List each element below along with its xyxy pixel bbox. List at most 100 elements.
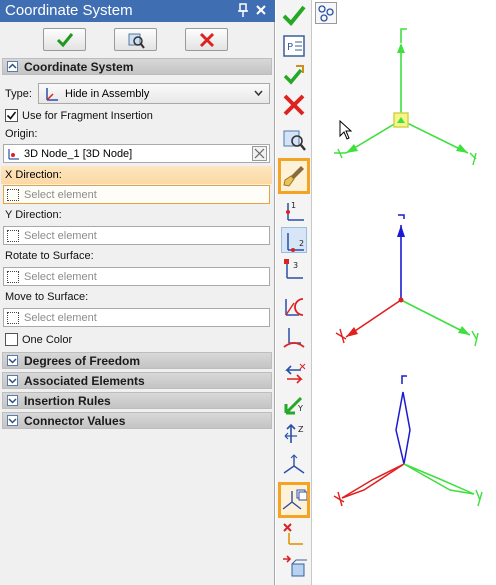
chevron-down-icon bbox=[254, 90, 263, 97]
chevron-down-icon bbox=[7, 355, 18, 366]
svg-text:P: P bbox=[287, 42, 293, 53]
rotate-surface-field[interactable]: Select element bbox=[3, 267, 270, 286]
axis-2-icon: 2 bbox=[287, 233, 304, 252]
section-label: Connector Values bbox=[24, 414, 126, 428]
svg-text:2: 2 bbox=[299, 239, 304, 248]
toolbar-copy-system-button[interactable] bbox=[278, 482, 310, 518]
insert-component-icon bbox=[283, 555, 308, 577]
chevron-up-icon bbox=[7, 61, 18, 72]
one-color-label: One Color bbox=[22, 334, 73, 346]
section-degrees-of-freedom[interactable]: Degrees of Freedom bbox=[2, 352, 272, 369]
cancel-x-icon bbox=[283, 94, 305, 116]
toolbar-move-surface-button[interactable] bbox=[281, 325, 307, 351]
mouse-cursor-icon bbox=[339, 120, 352, 140]
section-coordinate-system[interactable]: Coordinate System bbox=[2, 58, 272, 75]
toolbar-axis-x-button[interactable]: 1 bbox=[281, 198, 307, 224]
ok-check-icon bbox=[282, 5, 306, 26]
cancel-x-icon bbox=[199, 32, 215, 48]
scene-tree-icon bbox=[318, 5, 334, 22]
y-direction-placeholder: Select element bbox=[24, 230, 97, 242]
toolbar-cancel-button[interactable] bbox=[281, 92, 307, 118]
flip-icon bbox=[285, 363, 306, 384]
close-icon[interactable] bbox=[255, 3, 267, 18]
move-surface-label: Move to Surface: bbox=[5, 291, 89, 303]
green-coordinate-system[interactable] bbox=[332, 25, 496, 175]
toolbar-triad-button[interactable] bbox=[281, 452, 307, 478]
direction-y-icon: Y bbox=[284, 396, 303, 415]
svg-text:Y: Y bbox=[297, 404, 303, 413]
origin-field[interactable]: 3D Node_1 [3D Node] bbox=[3, 144, 270, 163]
toolbar-preview-button[interactable] bbox=[281, 126, 307, 152]
clear-origin-button[interactable] bbox=[252, 146, 267, 161]
remove-node-icon bbox=[283, 523, 303, 545]
toolbar-flip-button[interactable] bbox=[281, 362, 307, 388]
origin-label: Origin: bbox=[5, 128, 38, 140]
toolbar-ok-button[interactable] bbox=[281, 3, 307, 29]
skewed-coordinate-system bbox=[333, 375, 483, 507]
toolbar-direction-y-button[interactable]: Y bbox=[281, 392, 307, 418]
type-label: Type: bbox=[5, 88, 32, 100]
preview-button[interactable] bbox=[114, 28, 157, 51]
axis-1-icon: 1 bbox=[286, 201, 304, 221]
scene-tree-button[interactable] bbox=[315, 2, 337, 24]
3d-viewport[interactable] bbox=[312, 0, 496, 585]
apply-arrow-icon bbox=[283, 65, 304, 85]
panel-title: Coordinate System bbox=[5, 2, 133, 19]
toolbar-axis-z-button[interactable]: 3 bbox=[281, 256, 307, 282]
svg-text:1: 1 bbox=[291, 201, 296, 210]
section-label: Insertion Rules bbox=[24, 394, 111, 408]
brush-icon bbox=[283, 166, 304, 187]
select-element-icon bbox=[7, 312, 19, 324]
ok-check-icon bbox=[56, 33, 74, 48]
section-insertion-rules[interactable]: Insertion Rules bbox=[2, 392, 272, 409]
section-label: Associated Elements bbox=[24, 374, 145, 388]
toolbar-properties-button[interactable]: P bbox=[281, 33, 307, 59]
origin-value: 3D Node_1 [3D Node] bbox=[24, 148, 133, 160]
select-element-icon bbox=[7, 271, 19, 283]
section-label: Degrees of Freedom bbox=[24, 354, 141, 368]
axes-type-icon bbox=[46, 88, 58, 101]
toolbar-brush-button[interactable] bbox=[278, 158, 310, 194]
y-direction-label: Y Direction: bbox=[5, 209, 62, 221]
toolbar-axis-y-button[interactable]: 2 bbox=[281, 227, 307, 253]
toolbar-remove-node-button[interactable] bbox=[281, 521, 307, 547]
y-direction-field[interactable]: Select element bbox=[3, 226, 270, 245]
preview-icon bbox=[283, 130, 306, 151]
toolbar-direction-z-button[interactable]: Z bbox=[281, 421, 307, 447]
use-fragment-label: Use for Fragment Insertion bbox=[22, 110, 153, 122]
panel-title-bar: Coordinate System bbox=[0, 0, 275, 22]
svg-text:Z: Z bbox=[298, 425, 304, 434]
x-direction-field[interactable]: Select element bbox=[3, 185, 270, 204]
select-element-icon bbox=[7, 230, 19, 242]
section-label: Coordinate System bbox=[24, 60, 134, 74]
chevron-down-icon bbox=[7, 395, 18, 406]
red-blue-coordinate-system bbox=[335, 214, 479, 347]
x-direction-label: X Direction: bbox=[5, 169, 62, 181]
checkmark-icon bbox=[6, 111, 17, 120]
use-fragment-checkbox[interactable] bbox=[5, 109, 18, 122]
section-associated-elements[interactable]: Associated Elements bbox=[2, 372, 272, 389]
toolbar-insert-button[interactable] bbox=[281, 553, 308, 579]
copy-system-icon bbox=[282, 489, 308, 510]
x-direction-placeholder: Select element bbox=[24, 189, 97, 201]
ok-button[interactable] bbox=[43, 28, 86, 51]
axis-3-icon: 3 bbox=[284, 259, 303, 279]
move-surface-placeholder: Select element bbox=[24, 312, 97, 324]
preview-icon bbox=[128, 33, 145, 49]
svg-text:3: 3 bbox=[293, 261, 298, 270]
chevron-down-icon bbox=[7, 415, 18, 426]
x-direction-label-bar: X Direction: bbox=[1, 166, 272, 184]
cancel-button[interactable] bbox=[185, 28, 228, 51]
type-dropdown[interactable]: Hide in Assembly bbox=[38, 83, 270, 104]
triad-icon bbox=[283, 454, 305, 474]
direction-z-icon: Z bbox=[284, 423, 304, 443]
toolbar-rotate-surface-button[interactable] bbox=[281, 293, 307, 319]
pin-icon[interactable] bbox=[237, 3, 249, 18]
section-connector-values[interactable]: Connector Values bbox=[2, 412, 272, 429]
move-surface-field[interactable]: Select element bbox=[3, 308, 270, 327]
select-element-icon bbox=[7, 189, 19, 201]
rotate-surface-icon bbox=[285, 298, 304, 316]
chevron-down-icon bbox=[7, 375, 18, 386]
toolbar-apply-button[interactable] bbox=[281, 62, 307, 88]
one-color-checkbox[interactable] bbox=[5, 333, 18, 346]
